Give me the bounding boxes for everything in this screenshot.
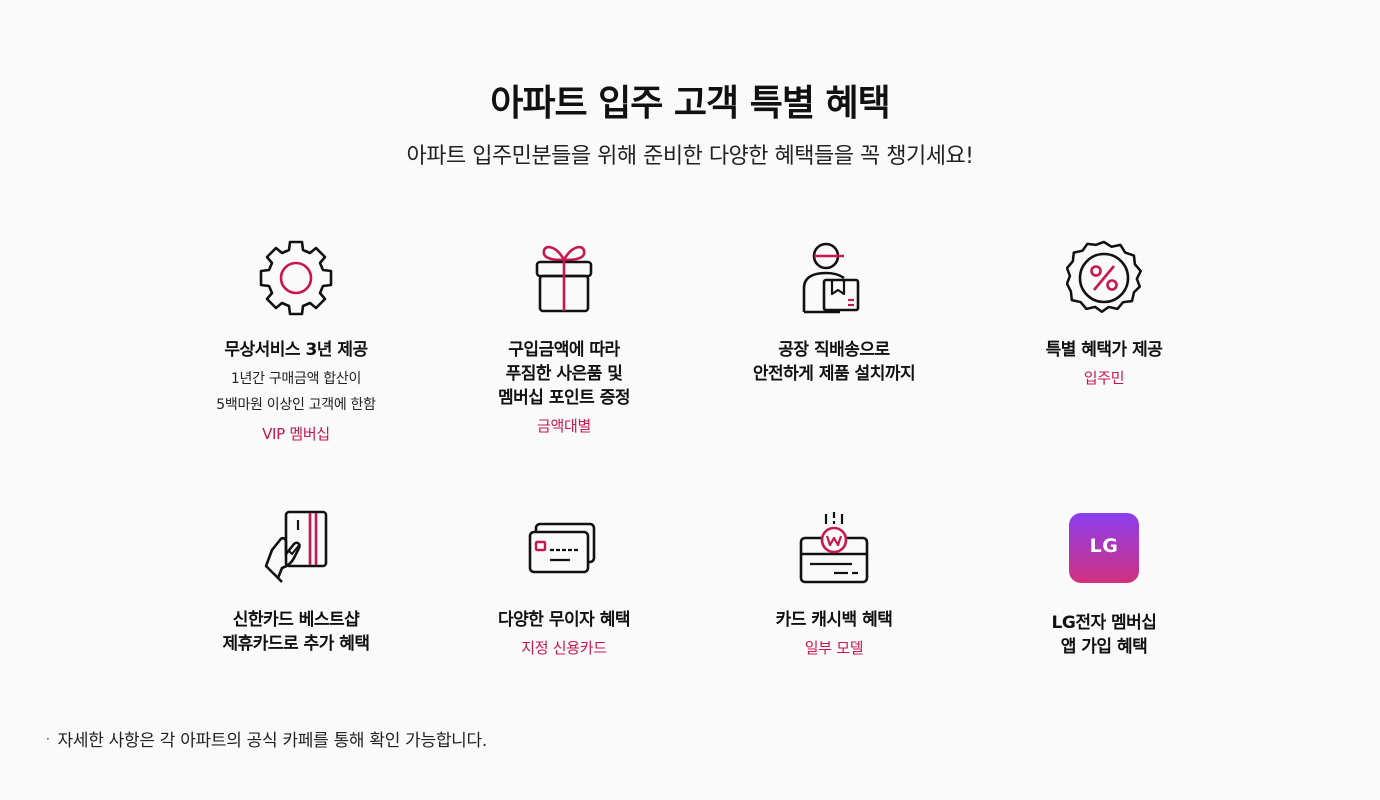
credit-cards-icon: [526, 510, 602, 586]
benefit-item-shinhan-card: 신한카드 베스트샵 제휴카드로 추가 혜택: [166, 510, 426, 656]
benefit-item-interest-free: 다양한 무이자 혜택 지정 신용카드: [434, 510, 694, 660]
benefit-item-lg-app: LG LG전자 멤버십 앱 가입 혜택: [974, 510, 1234, 659]
footer-note-text: 자세한 사항은 각 아파트의 공식 카페를 통해 확인 가능합니다.: [57, 731, 488, 751]
benefit-name: 신한카드 베스트샵 제휴카드로 추가 혜택: [222, 610, 370, 654]
bullet: ·: [46, 732, 50, 746]
benefit-item-special-price: 특별 혜택가 제공 입주민: [974, 240, 1234, 390]
lg-app-icon[interactable]: LG: [1066, 513, 1142, 589]
benefit-tag: VIP 멤버십: [262, 425, 330, 443]
benefit-item-free-service: 무상서비스 3년 제공 1년간 구매금액 합산이 5백마원 이상인 고객에 한함…: [166, 240, 426, 446]
benefit-name: LG전자 멤버십 앱 가입 혜택: [1051, 613, 1157, 657]
gift-icon: [526, 240, 602, 316]
benefit-tag: 입주민: [1083, 369, 1125, 387]
card-hand-icon: [258, 510, 334, 586]
benefit-item-cashback: 카드 캐시백 혜택 일부 모델: [704, 510, 964, 660]
cashback-card-icon: [796, 510, 872, 586]
benefit-item-delivery: 공장 직배송으로 안전하게 제품 설치까지: [704, 240, 964, 386]
lg-app-badge: LG: [1069, 513, 1139, 583]
benefit-desc: 1년간 구매금액 합산이 5백마원 이상인 고객에 한함: [216, 371, 376, 413]
page-subtitle: 아파트 입주민분들을 위해 준비한 다양한 혜택들을 꼭 챙기세요!: [406, 144, 974, 169]
delivery-person-icon: [796, 240, 872, 316]
benefit-tag: 지정 신용카드: [521, 639, 607, 657]
benefit-tag: 금액대별: [536, 417, 591, 435]
footer-note: · 자세한 사항은 각 아파트의 공식 카페를 통해 확인 가능합니다.: [46, 726, 487, 751]
benefit-name: 구입금액에 따라 푸짐한 사은품 및 멤버십 포인트 증정: [498, 340, 630, 408]
benefit-item-gift: 구입금액에 따라 푸짐한 사은품 및 멤버십 포인트 증정 금액대별: [434, 240, 694, 438]
lg-logo-text: LG: [1089, 535, 1119, 557]
benefit-name: 카드 캐시백 혜택: [775, 610, 893, 630]
benefit-name: 다양한 무이자 혜택: [498, 610, 630, 630]
gear-icon: [258, 240, 334, 316]
benefit-name: 무상서비스 3년 제공: [224, 340, 368, 360]
page-title: 아파트 입주 고객 특별 혜택: [490, 83, 890, 124]
benefit-name: 특별 혜택가 제공: [1045, 340, 1163, 360]
discount-badge-icon: [1066, 240, 1142, 316]
benefit-name: 공장 직배송으로 안전하게 제품 설치까지: [752, 340, 916, 384]
benefit-tag: 일부 모델: [804, 639, 864, 657]
